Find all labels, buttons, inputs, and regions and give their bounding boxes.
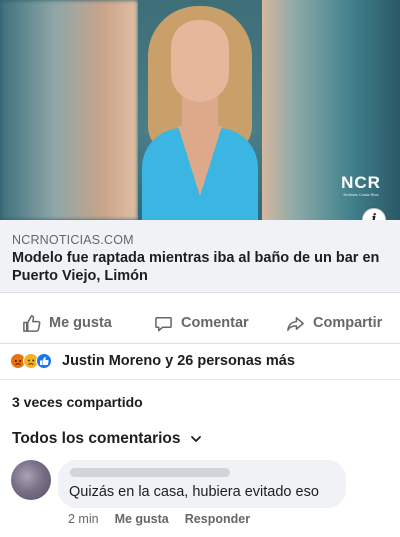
reactions-text[interactable]: Justin Moreno y 26 personas más	[62, 353, 295, 369]
shares-count[interactable]: 3 veces compartido	[12, 394, 143, 410]
comment-time[interactable]: 2 min	[68, 512, 99, 526]
comment-bubble[interactable]: Quizás en la casa, hubiera evitado eso	[58, 460, 346, 508]
like-reaction-icon	[36, 353, 52, 369]
action-bar: Me gusta Comentar Compartir	[0, 303, 400, 344]
ncr-logo-text: NCR	[341, 173, 381, 192]
comment-label: Comentar	[181, 315, 249, 331]
post-media[interactable]: NCR Noticias Costa Rica	[0, 0, 400, 220]
share-button[interactable]: Compartir	[286, 311, 382, 335]
link-domain: NCRNOTICIAS.COM	[12, 233, 134, 247]
link-preview[interactable]: NCRNOTICIAS.COM Modelo fue raptada mient…	[0, 220, 400, 293]
media-blur-left	[0, 0, 138, 220]
like-button[interactable]: Me gusta	[22, 311, 112, 335]
reactions-summary[interactable]: Justin Moreno y 26 personas más	[0, 343, 400, 380]
comments-header-label: Todos los comentarios	[12, 430, 181, 447]
link-title[interactable]: Modelo fue raptada mientras iba al baño …	[12, 249, 382, 285]
reaction-icons	[10, 353, 60, 369]
comment-reply-button[interactable]: Responder	[185, 512, 250, 526]
chevron-down-icon	[190, 435, 201, 442]
ncr-logo-subtext: Noticias Costa Rica	[343, 192, 379, 197]
comment-text: Quizás en la casa, hubiera evitado eso	[69, 484, 319, 500]
share-label: Compartir	[313, 315, 383, 331]
share-icon	[287, 316, 304, 331]
comment-button[interactable]: Comentar	[154, 311, 249, 335]
comment-icon	[155, 316, 172, 331]
comment-meta: 2 min Me gusta Responder	[68, 512, 250, 526]
comment-author-name-blurred[interactable]	[70, 468, 230, 477]
comments-filter[interactable]: Todos los comentarios	[12, 430, 201, 448]
comment-like-button[interactable]: Me gusta	[115, 512, 169, 526]
avatar[interactable]	[11, 460, 51, 500]
like-label: Me gusta	[49, 315, 112, 331]
ncr-logo: NCR Noticias Costa Rica	[336, 173, 386, 198]
person-face	[171, 20, 229, 102]
media-frame	[138, 0, 262, 220]
thumbs-up-icon	[23, 314, 41, 332]
